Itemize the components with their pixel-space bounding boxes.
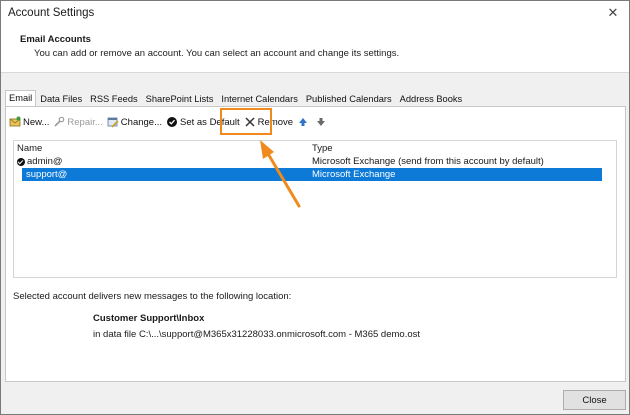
arrow-up-icon [297, 116, 309, 128]
new-button-label: New... [23, 116, 50, 128]
repair-icon [53, 116, 65, 128]
change-account-icon [107, 116, 119, 128]
move-up-button[interactable] [297, 114, 311, 130]
account-name: admin@ [27, 156, 63, 167]
title-bar: Account Settings ✕ [1, 1, 629, 27]
column-header-name[interactable]: Name [17, 143, 42, 154]
account-name-cell: support@ [26, 169, 67, 180]
location-data-file: in data file C:\...\support@M365x3122803… [93, 329, 421, 340]
account-row-admin[interactable]: admin@ Microsoft Exchange (send from thi… [14, 155, 616, 168]
default-account-check-icon [17, 157, 25, 166]
window-title: Account Settings [8, 7, 95, 19]
account-type: Microsoft Exchange (send from this accou… [312, 156, 544, 167]
new-button[interactable]: New... [9, 114, 49, 130]
account-type: Microsoft Exchange [312, 169, 396, 180]
location-description: Selected account delivers new messages t… [13, 291, 292, 302]
set-as-default-label: Set as Default [180, 116, 240, 128]
move-down-button[interactable] [315, 114, 329, 130]
tab-strip: Email Data Files RSS Feeds SharePoint Li… [5, 90, 467, 107]
tab-data-files[interactable]: Data Files [36, 92, 86, 106]
list-header: Name Type [14, 141, 616, 155]
tab-email[interactable]: Email [5, 90, 37, 107]
repair-button-label: Repair... [67, 116, 103, 128]
account-list: Name Type admin@ Microsoft Exchange (sen… [13, 140, 617, 278]
remove-button[interactable]: Remove [244, 114, 293, 130]
close-icon[interactable]: ✕ [605, 5, 621, 21]
tab-rss-feeds[interactable]: RSS Feeds [86, 92, 142, 106]
repair-button[interactable]: Repair... [53, 114, 103, 130]
remove-icon [244, 116, 256, 128]
column-header-type[interactable]: Type [312, 143, 333, 154]
header-description: You can add or remove an account. You ca… [34, 48, 400, 59]
close-button[interactable]: Close [563, 390, 626, 410]
header-title: Email Accounts [20, 34, 91, 45]
tab-address-books[interactable]: Address Books [396, 92, 467, 106]
account-row-support[interactable]: support@ Microsoft Exchange [14, 168, 616, 181]
tab-published-calendars[interactable]: Published Calendars [302, 92, 396, 106]
account-name-cell: admin@ [17, 156, 63, 167]
arrow-down-icon [315, 116, 327, 128]
set-as-default-button[interactable]: Set as Default [166, 114, 240, 130]
change-button-label: Change... [120, 116, 162, 128]
remove-button-label: Remove [257, 116, 294, 128]
default-check-icon [166, 116, 178, 128]
tab-sharepoint-lists[interactable]: SharePoint Lists [142, 92, 218, 106]
header-section: Email Accounts You can add or remove an … [1, 27, 629, 73]
account-settings-window: Account Settings ✕ Email Accounts You ca… [0, 0, 630, 415]
change-button[interactable]: Change... [107, 114, 162, 130]
location-folder: Customer Support\Inbox [93, 313, 205, 324]
tab-internet-calendars[interactable]: Internet Calendars [217, 92, 302, 106]
account-name: support@ [26, 169, 68, 180]
new-account-icon [9, 116, 21, 128]
toolbar: New... Repair... Change... Set as Defaul… [9, 113, 333, 131]
